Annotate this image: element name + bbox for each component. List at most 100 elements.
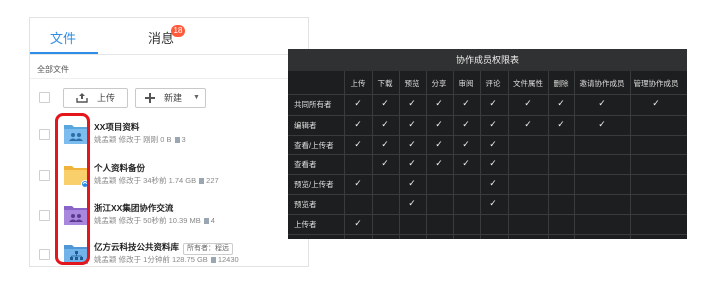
message-count-badge: 18 xyxy=(171,25,185,37)
table-col-divider xyxy=(574,71,575,239)
permission-check-icon: ✓ xyxy=(408,98,416,108)
permission-check-icon: ✓ xyxy=(408,139,416,149)
permission-check-icon: ✓ xyxy=(435,119,443,129)
upload-icon xyxy=(76,93,88,103)
table-col-divider xyxy=(508,71,509,239)
file-meta: 姚孟颖 修改于 34秒前 1.74 GB 227 xyxy=(94,176,219,185)
table-col-divider xyxy=(399,71,400,239)
permission-check-icon: ✓ xyxy=(354,218,362,228)
new-label: 新建 xyxy=(164,93,183,103)
permission-check-icon: ✓ xyxy=(489,198,497,208)
permission-check-icon: ✓ xyxy=(381,158,389,168)
permission-column-header: 邀请协作成员 xyxy=(579,79,625,88)
permission-check-icon: ✓ xyxy=(408,198,416,208)
file-name[interactable]: 浙江XX集团协作交流 xyxy=(94,202,173,214)
tab-bar: 文件 消息 18 xyxy=(30,18,308,55)
row-checkbox[interactable] xyxy=(39,210,50,221)
permission-check-icon: ✓ xyxy=(354,119,362,129)
table-row-divider xyxy=(288,174,687,175)
permission-check-icon: ✓ xyxy=(435,158,443,168)
table-row-divider xyxy=(288,135,687,136)
permission-check-icon: ✓ xyxy=(381,98,389,108)
role-label: 查看者 xyxy=(294,160,317,169)
permission-check-icon: ✓ xyxy=(408,178,416,188)
active-tab-indicator xyxy=(30,52,98,54)
permissions-table: 协作成员权限表 上传 下载 预览 分享 审阅 评论 文件属性 删除 邀请协作成员 管理协作成员共同… xyxy=(288,49,687,239)
permission-check-icon: ✓ xyxy=(354,139,362,149)
file-meta: 姚孟颖 修改于 刚刚 0 B3 xyxy=(94,135,186,144)
tab-files[interactable]: 文件 xyxy=(50,28,76,47)
highlight-outline xyxy=(55,113,90,265)
permission-check-icon: ✓ xyxy=(462,119,470,129)
permission-check-icon: ✓ xyxy=(489,98,497,108)
permission-check-icon: ✓ xyxy=(408,158,416,168)
permission-check-icon: ✓ xyxy=(435,139,443,149)
permission-check-icon: ✓ xyxy=(354,98,362,108)
role-label: 预览/上传者 xyxy=(294,180,334,189)
table-col-divider xyxy=(344,71,345,239)
table-row-divider xyxy=(288,214,687,215)
table-row-divider xyxy=(288,194,687,195)
permission-check-icon: ✓ xyxy=(652,98,660,108)
permission-column-header: 文件属性 xyxy=(513,79,543,88)
permission-column-header: 管理协作成员 xyxy=(633,79,679,88)
permission-check-icon: ✓ xyxy=(381,139,389,149)
permission-column-header: 分享 xyxy=(431,79,447,88)
file-count-icon xyxy=(203,218,209,224)
file-count-icon xyxy=(174,137,180,143)
file-name[interactable]: XX项目资料 xyxy=(94,121,139,133)
permission-check-icon: ✓ xyxy=(489,139,497,149)
table-row-divider xyxy=(288,94,687,95)
permission-check-icon: ✓ xyxy=(462,98,470,108)
upload-button[interactable]: 上传 xyxy=(63,88,128,108)
permission-check-icon: ✓ xyxy=(381,119,389,129)
file-count-icon xyxy=(199,178,205,184)
divider xyxy=(30,78,308,79)
file-count-icon xyxy=(210,257,216,263)
row-checkbox[interactable] xyxy=(39,249,50,260)
file-name[interactable]: 亿方云科技公共资料库 所有者：程远 xyxy=(94,241,234,255)
table-row-divider xyxy=(288,115,687,116)
permission-column-header: 评论 xyxy=(485,79,501,88)
permission-check-icon: ✓ xyxy=(435,98,443,108)
permission-check-icon: ✓ xyxy=(489,158,497,168)
chevron-down-icon: ▼ xyxy=(193,94,200,101)
permission-column-header: 上传 xyxy=(350,79,366,88)
permission-check-icon: ✓ xyxy=(598,119,606,129)
permissions-title: 协作成员权限表 xyxy=(288,49,687,71)
breadcrumb[interactable]: 全部文件 xyxy=(37,64,69,75)
table-col-divider xyxy=(480,71,481,239)
permission-check-icon: ✓ xyxy=(462,158,470,168)
permission-check-icon: ✓ xyxy=(557,98,565,108)
table-col-divider xyxy=(426,71,427,239)
permission-check-icon: ✓ xyxy=(489,178,497,188)
table-col-divider xyxy=(548,71,549,239)
role-label: 预览者 xyxy=(294,200,317,209)
table-row-divider xyxy=(288,234,687,235)
select-all-checkbox[interactable] xyxy=(39,92,50,103)
permission-column-header: 预览 xyxy=(404,79,420,88)
permission-check-icon: ✓ xyxy=(489,119,497,129)
table-col-divider xyxy=(372,71,373,239)
table-col-divider xyxy=(630,71,631,239)
permission-column-header: 删除 xyxy=(553,79,569,88)
permission-check-icon: ✓ xyxy=(462,139,470,149)
file-name[interactable]: 个人资料备份 xyxy=(94,162,145,174)
file-meta: 姚孟颖 修改于 50秒前 10.39 MB 4 xyxy=(94,216,215,225)
table-col-divider xyxy=(453,71,454,239)
permission-check-icon: ✓ xyxy=(524,98,532,108)
upload-label: 上传 xyxy=(97,93,116,103)
row-checkbox[interactable] xyxy=(39,129,50,140)
permission-column-header: 审阅 xyxy=(458,79,474,88)
row-checkbox[interactable] xyxy=(39,170,50,181)
permission-check-icon: ✓ xyxy=(524,119,532,129)
new-button[interactable]: 新建 ▼ xyxy=(135,88,206,108)
permission-check-icon: ✓ xyxy=(354,178,362,188)
role-label: 共同所有者 xyxy=(294,100,332,109)
role-label: 编辑者 xyxy=(294,121,317,130)
permission-check-icon: ✓ xyxy=(557,119,565,129)
table-row-divider xyxy=(288,154,687,155)
permission-check-icon: ✓ xyxy=(598,98,606,108)
permission-column-header: 下载 xyxy=(377,79,393,88)
file-meta: 姚孟颖 修改于 1分钟前 128.75 GB 12430 xyxy=(94,255,239,264)
